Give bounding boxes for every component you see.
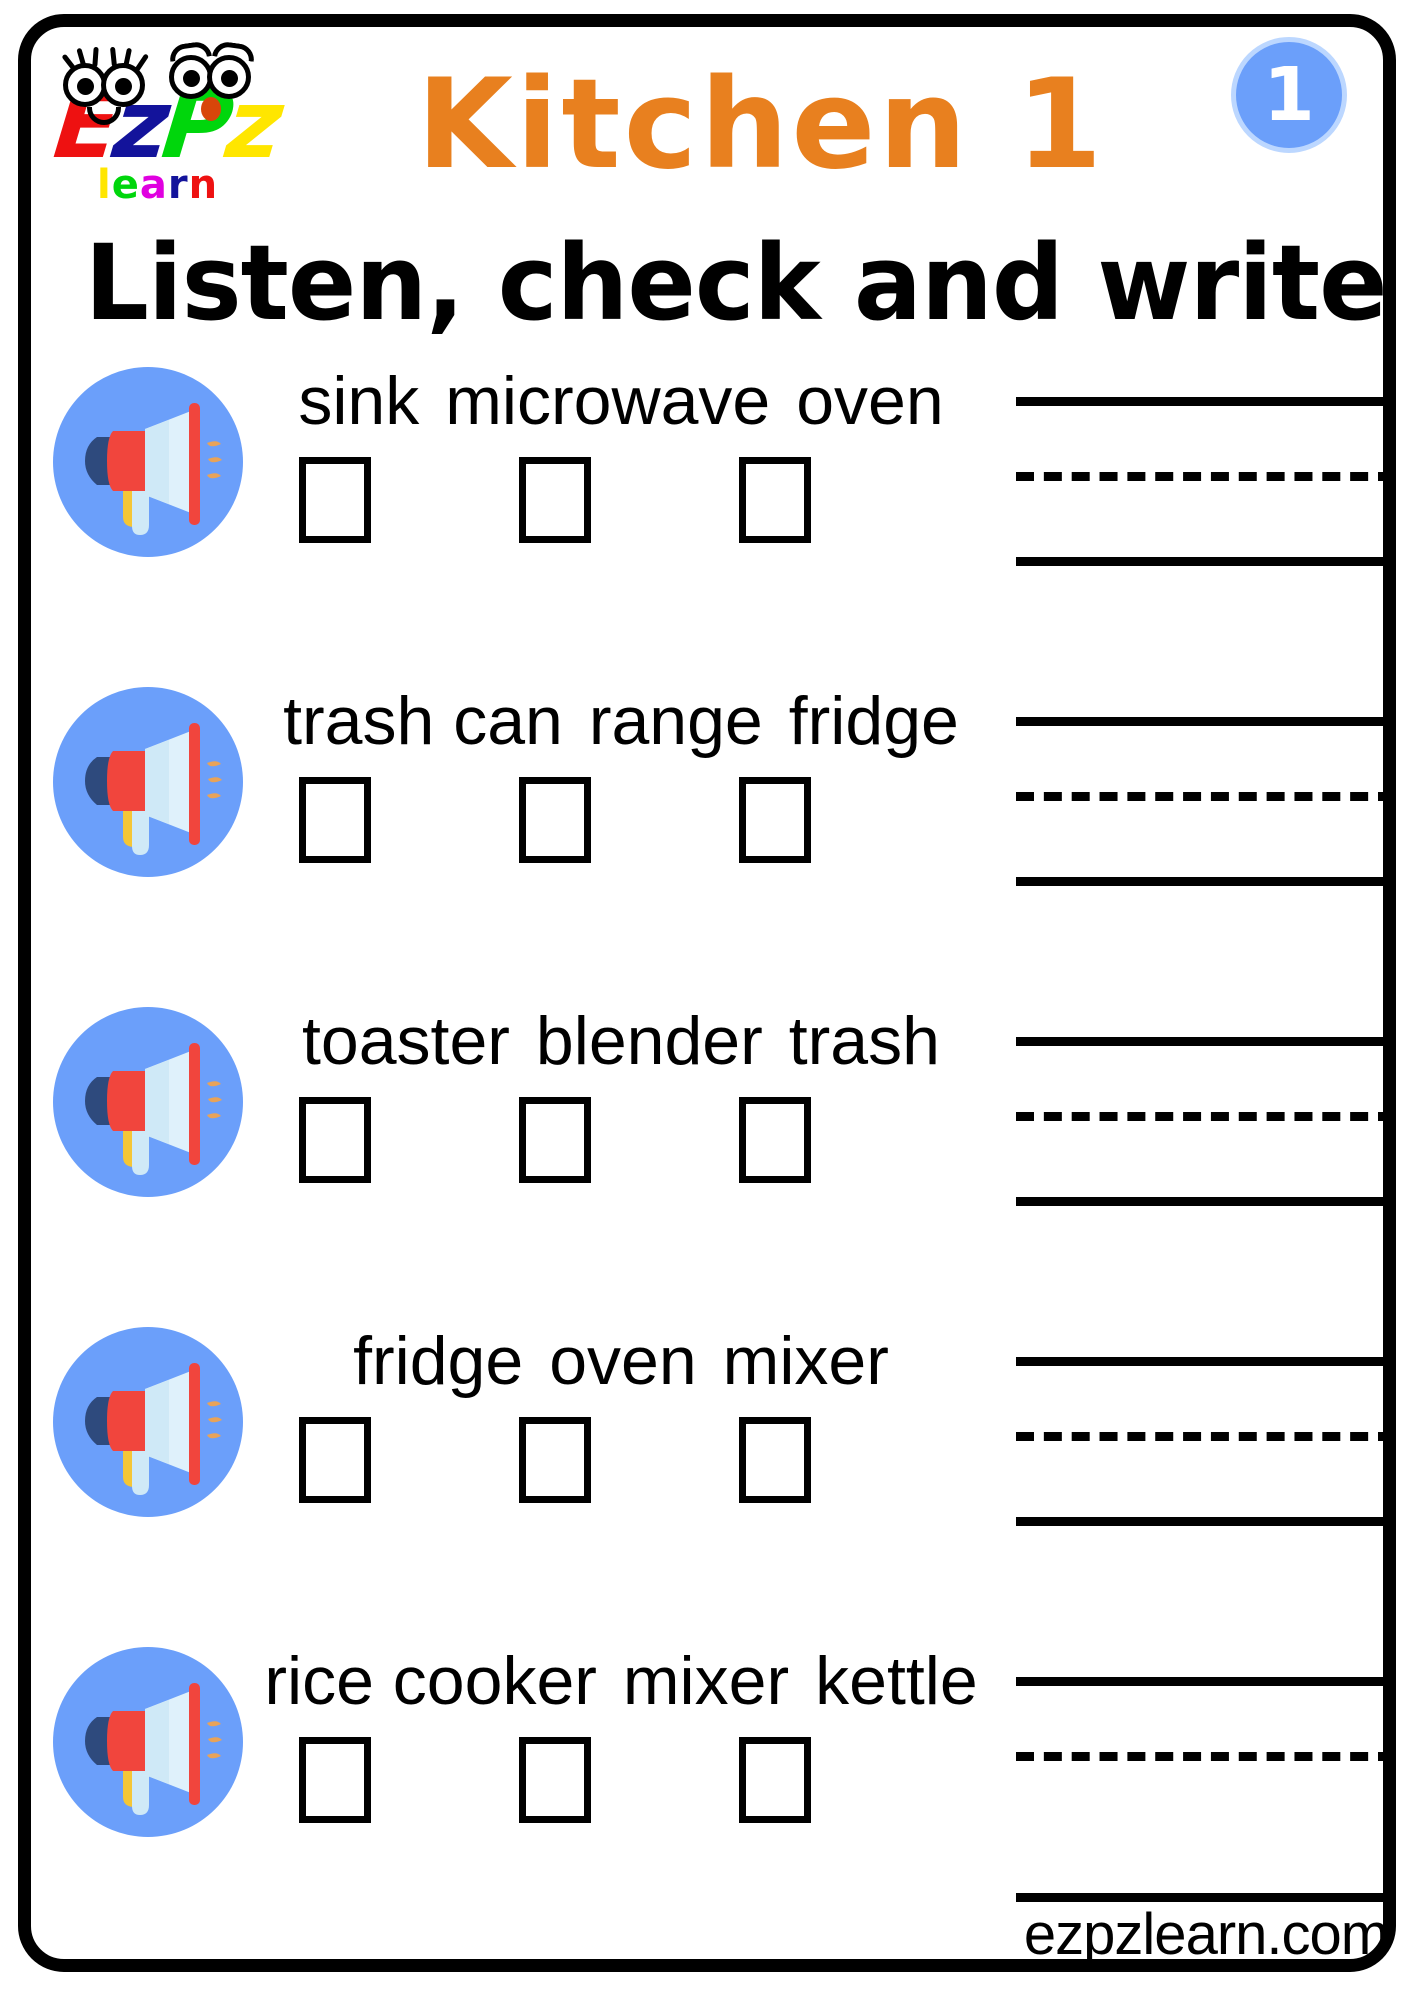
logo-subword: learn xyxy=(97,163,337,213)
checkbox-group xyxy=(241,1737,1001,1837)
worksheet-page: EzPz learn Kitchen 1 1 Listen, check and… xyxy=(0,0,1414,2000)
page-number-badge: 1 xyxy=(1231,37,1347,153)
logo-sub-letter-r: r xyxy=(167,162,189,208)
megaphone-icon[interactable] xyxy=(53,1647,243,1837)
megaphone-icon[interactable] xyxy=(53,367,243,557)
handwriting-lines[interactable] xyxy=(1016,1357,1396,1537)
word-option[interactable]: microwave xyxy=(445,361,770,441)
logo-eyes-left xyxy=(61,46,159,125)
checkbox[interactable] xyxy=(299,777,371,863)
handwriting-lines[interactable] xyxy=(1016,717,1396,897)
checkbox[interactable] xyxy=(299,1737,371,1823)
logo-sub-letter-e: e xyxy=(111,162,140,208)
word-choices: sink microwave oven xyxy=(241,355,1001,441)
checkbox[interactable] xyxy=(519,1417,591,1503)
word-choices: trash can range fridge xyxy=(241,675,1001,761)
writing-line-top xyxy=(1016,1357,1396,1366)
exercise-row: fridge oven mixer xyxy=(31,1299,1409,1619)
checkbox[interactable] xyxy=(519,777,591,863)
checkbox[interactable] xyxy=(739,777,811,863)
logo-sub-letter-l: l xyxy=(97,162,112,208)
checkbox-group xyxy=(241,457,1001,557)
checkbox[interactable] xyxy=(299,1097,371,1183)
word-option[interactable]: mixer xyxy=(623,1641,789,1721)
logo-sub-letter-a: a xyxy=(139,162,168,208)
word-choices: toaster blender trash xyxy=(241,995,1001,1081)
word-option[interactable]: sink xyxy=(298,361,419,441)
exercise-list: sink microwave oven trash can range frid… xyxy=(31,339,1409,1939)
word-option[interactable]: fridge xyxy=(353,1321,523,1401)
page-title: Kitchen 1 xyxy=(416,53,1106,197)
word-choices: fridge oven mixer xyxy=(241,1315,1001,1401)
writing-line-top xyxy=(1016,717,1396,726)
worksheet-border: EzPz learn Kitchen 1 1 Listen, check and… xyxy=(18,14,1396,1972)
word-option[interactable]: mixer xyxy=(723,1321,889,1401)
word-option[interactable]: trash can xyxy=(283,681,563,761)
checkbox[interactable] xyxy=(299,457,371,543)
handwriting-lines[interactable] xyxy=(1016,1677,1396,1857)
checkbox[interactable] xyxy=(739,1737,811,1823)
exercise-row: trash can range fridge xyxy=(31,659,1409,979)
writing-line-top xyxy=(1016,1037,1396,1046)
logo-eyes-right xyxy=(168,40,265,121)
checkbox[interactable] xyxy=(519,1097,591,1183)
writing-line-top xyxy=(1016,1677,1396,1686)
checkbox[interactable] xyxy=(519,1737,591,1823)
megaphone-glyph xyxy=(85,1043,222,1175)
megaphone-icon[interactable] xyxy=(53,1327,243,1517)
writing-line-middle xyxy=(1016,792,1396,801)
word-option[interactable]: oven xyxy=(796,361,943,441)
checkbox[interactable] xyxy=(739,1417,811,1503)
word-option[interactable]: rice cooker xyxy=(264,1641,597,1721)
exercise-row: toaster blender trash xyxy=(31,979,1409,1299)
megaphone-glyph xyxy=(85,403,222,535)
checkbox[interactable] xyxy=(739,457,811,543)
word-option[interactable]: trash xyxy=(789,1001,940,1081)
megaphone-glyph xyxy=(85,1363,222,1495)
checkbox-group xyxy=(241,1417,1001,1517)
handwriting-lines[interactable] xyxy=(1016,1037,1396,1217)
writing-line-middle xyxy=(1016,1752,1396,1761)
footer-website[interactable]: ezpzlearn.com xyxy=(1016,1899,1396,1971)
footer: ezpzlearn.com xyxy=(1016,1893,1396,1983)
checkbox-group xyxy=(241,1097,1001,1197)
worksheet-header: EzPz learn Kitchen 1 1 xyxy=(31,27,1409,237)
checkbox[interactable] xyxy=(299,1417,371,1503)
logo-sub-letter-n: n xyxy=(188,162,219,208)
word-option[interactable]: blender xyxy=(536,1001,763,1081)
writing-line-bottom xyxy=(1016,557,1396,566)
instruction-text: Listen, check and write xyxy=(84,222,1388,344)
checkbox-group xyxy=(241,777,1001,877)
writing-line-bottom xyxy=(1016,877,1396,886)
writing-line-bottom xyxy=(1016,1517,1396,1526)
writing-line-middle xyxy=(1016,1112,1396,1121)
word-choices: rice cooker mixer kettle xyxy=(241,1635,1001,1721)
word-option[interactable]: toaster xyxy=(302,1001,510,1081)
word-option[interactable]: oven xyxy=(549,1321,696,1401)
logo-mouth xyxy=(201,97,221,121)
word-option[interactable]: range xyxy=(589,681,763,761)
writing-line-top xyxy=(1016,397,1396,406)
word-option[interactable]: fridge xyxy=(789,681,959,761)
exercise-row: sink microwave oven xyxy=(31,339,1409,659)
checkbox[interactable] xyxy=(739,1097,811,1183)
word-option[interactable]: kettle xyxy=(815,1641,978,1721)
checkbox[interactable] xyxy=(519,457,591,543)
megaphone-icon[interactable] xyxy=(53,687,243,877)
megaphone-glyph xyxy=(85,723,222,855)
megaphone-glyph xyxy=(85,1683,222,1815)
writing-line-bottom xyxy=(1016,1197,1396,1206)
exercise-row: rice cooker mixer kettle xyxy=(31,1619,1409,1939)
writing-line-middle xyxy=(1016,472,1396,481)
writing-line-middle xyxy=(1016,1432,1396,1441)
megaphone-icon[interactable] xyxy=(53,1007,243,1197)
ezpz-learn-logo[interactable]: EzPz learn xyxy=(49,37,325,227)
handwriting-lines[interactable] xyxy=(1016,397,1396,577)
